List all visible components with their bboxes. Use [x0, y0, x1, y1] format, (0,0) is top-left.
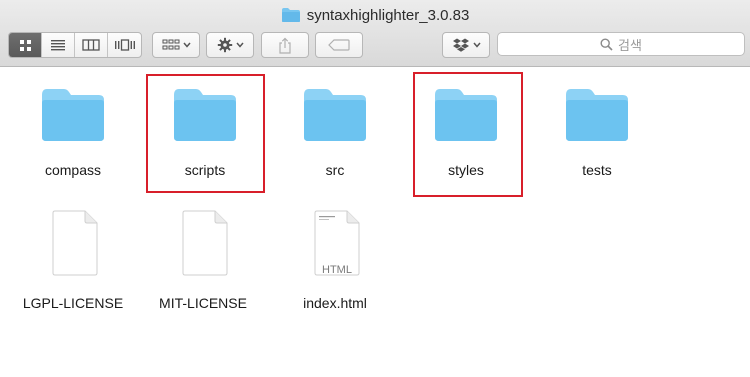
tags-button[interactable]	[316, 33, 362, 57]
folder-icon	[42, 89, 104, 141]
folder-item-src[interactable]: src	[280, 78, 390, 198]
cover-flow-view-button[interactable]	[108, 33, 141, 57]
view-mode-group	[8, 32, 142, 58]
arrange-group	[152, 32, 200, 58]
tag-icon	[328, 39, 350, 51]
gear-icon	[217, 37, 232, 53]
item-label: compass	[44, 162, 102, 178]
file-item-lgpl-license[interactable]: LGPL-LICENSE	[18, 205, 128, 325]
chevron-down-icon	[182, 42, 191, 48]
search-icon	[600, 37, 613, 51]
document-icon	[182, 210, 228, 276]
list-icon	[51, 40, 65, 51]
column-view-button[interactable]	[75, 33, 108, 57]
item-label: MIT-LICENSE	[159, 295, 247, 311]
document-icon	[52, 210, 98, 276]
item-label: tests	[582, 162, 612, 178]
folder-item-compass[interactable]: compass	[18, 78, 128, 198]
chevron-down-icon	[235, 42, 244, 48]
chevron-down-icon	[472, 42, 481, 48]
window-title-area: syntaxhighlighter_3.0.83	[0, 4, 750, 26]
share-icon	[279, 37, 291, 54]
cover-flow-icon	[114, 39, 135, 51]
folder-item-tests[interactable]: tests	[542, 78, 652, 198]
folder-icon	[281, 8, 300, 22]
list-view-button[interactable]	[42, 33, 75, 57]
file-item-mit-license[interactable]: MIT-LICENSE	[148, 205, 258, 325]
item-label: LGPL-LICENSE	[22, 295, 124, 311]
search-field[interactable]: 검색	[497, 32, 745, 56]
search-placeholder: 검색	[618, 37, 642, 53]
share-group	[261, 32, 309, 58]
action-menu-button[interactable]	[207, 33, 253, 57]
icon-view-button[interactable]	[9, 33, 42, 57]
folder-icon	[304, 89, 366, 141]
dropbox-icon	[452, 38, 469, 52]
action-group	[206, 32, 254, 58]
file-item-index-html[interactable]: HTML index.html	[280, 205, 390, 325]
window-title: syntaxhighlighter_3.0.83	[306, 6, 470, 24]
highlight-box-styles	[413, 72, 523, 197]
arrange-grid-icon	[162, 39, 179, 50]
share-button[interactable]	[262, 33, 308, 57]
columns-icon	[82, 39, 100, 51]
highlight-box-scripts	[146, 74, 265, 193]
dropbox-group	[442, 32, 490, 58]
tags-group	[315, 32, 363, 58]
arrange-menu-button[interactable]	[153, 33, 199, 57]
dropbox-menu-button[interactable]	[443, 33, 489, 57]
finder-toolbar: syntaxhighlighter_3.0.83 검색	[0, 0, 750, 67]
item-label: index.html	[303, 295, 367, 311]
folder-icon	[566, 89, 628, 141]
item-label: src	[325, 162, 345, 178]
grid-icon	[19, 39, 31, 51]
file-type-badge: HTML	[322, 264, 352, 276]
